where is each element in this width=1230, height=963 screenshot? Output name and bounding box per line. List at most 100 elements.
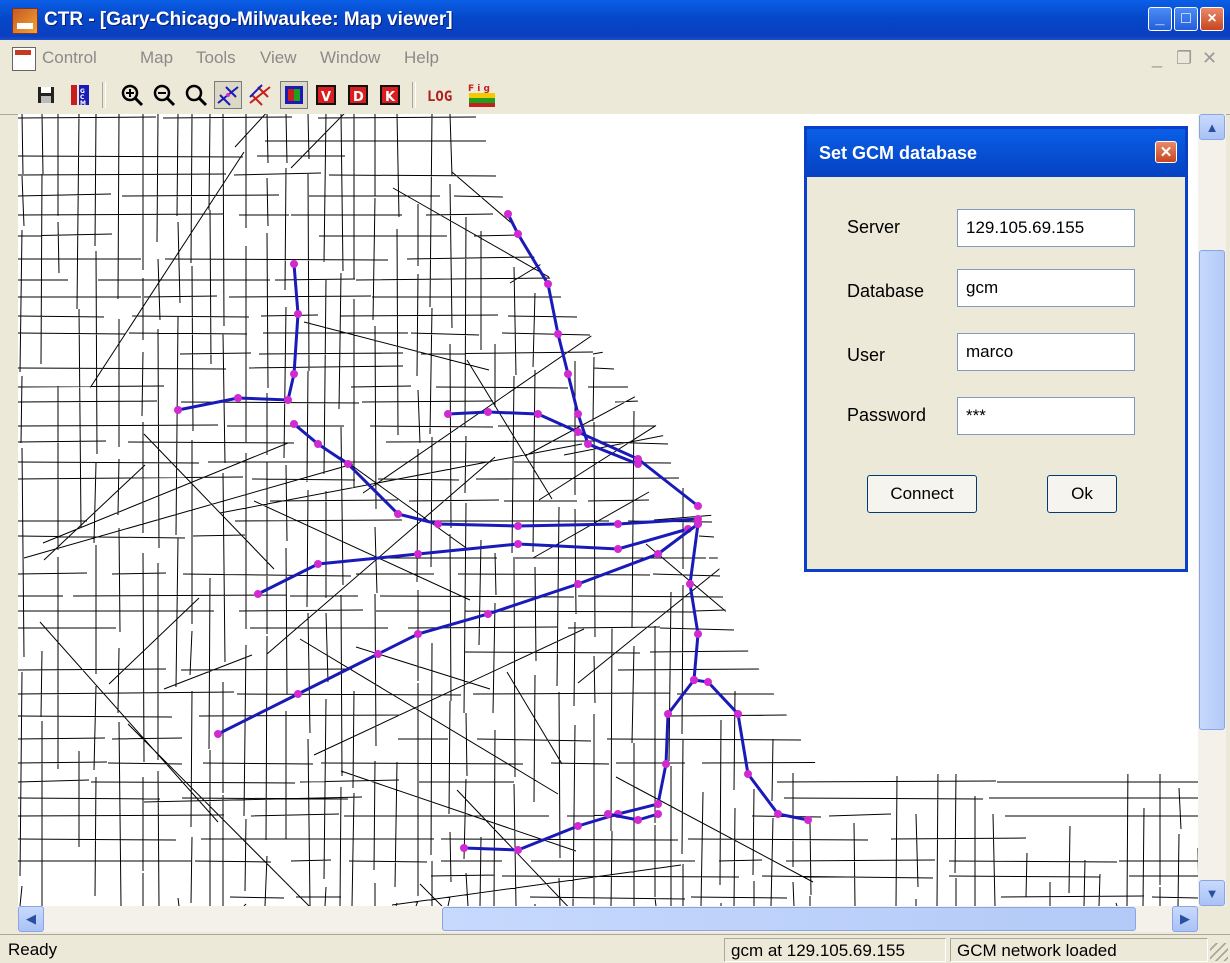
server-input[interactable] <box>957 209 1135 247</box>
v-layer-icon[interactable]: V <box>312 81 340 109</box>
menu-control[interactable]: Control <box>42 48 97 68</box>
route-node[interactable] <box>574 428 582 436</box>
gcm-database-icon[interactable]: GCM <box>66 81 94 109</box>
route-node[interactable] <box>514 230 522 238</box>
resize-grip[interactable] <box>1210 943 1228 961</box>
route-node[interactable] <box>174 406 182 414</box>
route-node[interactable] <box>694 520 702 528</box>
route-node[interactable] <box>290 370 298 378</box>
log-icon[interactable]: LOG <box>424 81 462 109</box>
minimize-button[interactable]: _ <box>1148 7 1172 31</box>
route-node[interactable] <box>484 610 492 618</box>
route-node[interactable] <box>314 560 322 568</box>
save-icon[interactable] <box>32 81 60 109</box>
route-node[interactable] <box>614 520 622 528</box>
menu-map[interactable]: Map <box>140 48 173 68</box>
title-bar[interactable]: CTR - [Gary-Chicago-Milwaukee: Map viewe… <box>0 0 1230 40</box>
route-node[interactable] <box>290 260 298 268</box>
route-node[interactable] <box>564 370 572 378</box>
route-node[interactable] <box>654 800 662 808</box>
route-node[interactable] <box>434 520 442 528</box>
route-node[interactable] <box>574 822 582 830</box>
transit-route-line[interactable] <box>257 527 689 596</box>
zoom-extent-icon[interactable] <box>182 81 210 109</box>
k-layer-icon[interactable]: K <box>376 81 404 109</box>
route-node[interactable] <box>514 846 522 854</box>
scroll-down-icon[interactable]: ▼ <box>1199 880 1225 906</box>
zoom-out-icon[interactable] <box>150 81 178 109</box>
transit-route-line[interactable] <box>293 422 699 528</box>
route-node[interactable] <box>662 760 670 768</box>
route-node[interactable] <box>414 550 422 558</box>
route-node[interactable] <box>614 545 622 553</box>
route-node[interactable] <box>314 440 322 448</box>
route-node[interactable] <box>344 460 352 468</box>
horizontal-scroll-thumb[interactable] <box>442 907 1136 931</box>
route-node[interactable] <box>504 210 512 218</box>
transit-route-line[interactable] <box>177 263 300 412</box>
menu-help[interactable]: Help <box>404 48 439 68</box>
route-node[interactable] <box>686 580 694 588</box>
password-input[interactable] <box>957 397 1135 435</box>
route-node[interactable] <box>484 408 492 416</box>
route-node[interactable] <box>690 676 698 684</box>
route-node[interactable] <box>544 280 552 288</box>
route-node[interactable] <box>694 502 702 510</box>
route-node[interactable] <box>634 816 642 824</box>
route-node[interactable] <box>460 844 468 852</box>
route-node[interactable] <box>584 440 592 448</box>
route-node[interactable] <box>654 550 662 558</box>
transit-route-line[interactable] <box>607 812 659 822</box>
route-node[interactable] <box>294 690 302 698</box>
horizontal-scrollbar[interactable]: ◀ ▶ <box>18 906 1198 932</box>
route-node[interactable] <box>774 810 782 818</box>
vertical-scroll-thumb[interactable] <box>1199 250 1225 730</box>
route-node[interactable] <box>574 410 582 418</box>
scroll-left-icon[interactable]: ◀ <box>18 906 44 932</box>
route-node[interactable] <box>514 540 522 548</box>
route-node[interactable] <box>664 710 672 718</box>
route-node[interactable] <box>744 770 752 778</box>
route-node[interactable] <box>634 460 642 468</box>
route-network-icon[interactable] <box>246 81 274 109</box>
mdi-minimize-icon[interactable]: _ <box>1152 48 1162 69</box>
menu-window[interactable]: Window <box>320 48 380 68</box>
menu-tools[interactable]: Tools <box>196 48 236 68</box>
route-node[interactable] <box>414 630 422 638</box>
route-node[interactable] <box>234 394 242 402</box>
connect-button[interactable]: Connect <box>867 475 977 513</box>
route-node[interactable] <box>374 650 382 658</box>
mdi-restore-icon[interactable]: ❐ <box>1176 48 1192 69</box>
mdi-close-icon[interactable]: ✕ <box>1202 48 1217 69</box>
ok-button[interactable]: Ok <box>1047 475 1117 513</box>
transit-route-line[interactable] <box>217 522 699 736</box>
vertical-scrollbar[interactable]: ▲ ▼ <box>1198 114 1226 906</box>
route-node[interactable] <box>444 410 452 418</box>
route-node[interactable] <box>534 410 542 418</box>
route-node[interactable] <box>394 510 402 518</box>
user-input[interactable] <box>957 333 1135 371</box>
color-layers-icon[interactable] <box>280 81 308 109</box>
route-node[interactable] <box>734 710 742 718</box>
route-node[interactable] <box>654 810 662 818</box>
route-node[interactable] <box>294 310 302 318</box>
scroll-up-icon[interactable]: ▲ <box>1199 114 1225 140</box>
route-node[interactable] <box>554 330 562 338</box>
app-icon[interactable] <box>12 8 38 34</box>
route-node[interactable] <box>604 810 612 818</box>
d-layer-icon[interactable]: D <box>344 81 372 109</box>
route-node[interactable] <box>694 630 702 638</box>
zoom-in-icon[interactable] <box>118 81 146 109</box>
route-node[interactable] <box>290 420 298 428</box>
document-icon[interactable] <box>12 47 36 71</box>
route-node[interactable] <box>804 816 812 824</box>
route-node[interactable] <box>574 580 582 588</box>
route-node[interactable] <box>214 730 222 738</box>
route-node[interactable] <box>514 522 522 530</box>
menu-view[interactable]: View <box>260 48 297 68</box>
close-button[interactable]: × <box>1200 7 1224 31</box>
dialog-title-bar[interactable]: Set GCM database ✕ <box>807 129 1185 177</box>
database-input[interactable] <box>957 269 1135 307</box>
route-node[interactable] <box>284 396 292 404</box>
dialog-close-icon[interactable]: ✕ <box>1155 141 1177 163</box>
